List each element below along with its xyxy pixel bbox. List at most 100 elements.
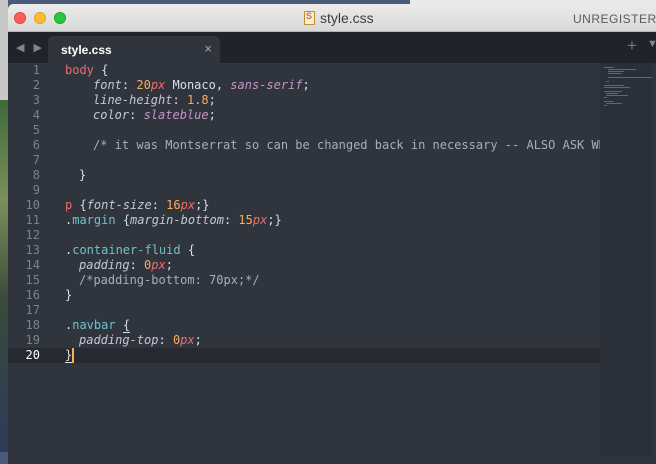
code-line-4[interactable]: 4 color: slateblue; (8, 108, 600, 123)
colon: : (172, 93, 187, 107)
number: 16 (166, 198, 181, 212)
line-number: 9 (32, 183, 40, 197)
code-line-19[interactable]: 19 padding-top: 0px; (8, 333, 600, 348)
unit: px (151, 258, 166, 272)
colon: : (223, 213, 239, 227)
unit: px (150, 78, 166, 92)
code-line-7[interactable]: 7 (8, 153, 600, 168)
number: 15 (238, 213, 253, 227)
code-lines: 1 body { 2 font: 20px Monaco, sans-serif; … (8, 63, 613, 363)
semicolon: ; (208, 108, 216, 122)
text-caret (72, 348, 75, 363)
window-title-text: style.css (320, 10, 374, 26)
colon: : (151, 198, 167, 212)
line-number: 16 (25, 288, 40, 302)
number: 20 (136, 78, 151, 92)
colon: : (129, 108, 144, 122)
code-editor[interactable]: 1 body { 2 font: 20px Monaco, sans-serif; … (8, 63, 656, 464)
close-window-button[interactable] (14, 12, 26, 24)
line-number: 14 (25, 258, 40, 272)
semicolon: ; (165, 258, 173, 272)
matching-brace: { (122, 318, 131, 333)
class-name: margin (72, 213, 116, 227)
unit: px (180, 198, 196, 212)
css-file-icon (304, 11, 315, 25)
editor-window: style.css UNREGISTERED ◀ ▶ style.css × +… (8, 4, 656, 464)
code-line-6[interactable]: 6 /* it was Montserrat so can be changed … (8, 138, 613, 153)
code-line-18[interactable]: 18 .navbar { (8, 318, 600, 333)
end: ;} (195, 198, 210, 212)
semicolon: ; (208, 93, 216, 107)
code-line-8[interactable]: 8} (8, 168, 600, 183)
window-title: style.css (304, 10, 374, 26)
brace: { (180, 243, 196, 257)
code-line-15[interactable]: 15 /*padding-bottom: 70px;*/ (8, 273, 600, 288)
maximize-window-button[interactable] (54, 12, 66, 24)
code-line-1[interactable]: 1 body { (8, 63, 600, 78)
line-number: 8 (32, 168, 40, 182)
brace: { (115, 213, 131, 227)
class-name: navbar (72, 318, 116, 332)
line-number: 5 (32, 123, 40, 137)
line-number: 3 (32, 93, 40, 107)
unit: px (252, 213, 268, 227)
code-line-5[interactable]: 5 (8, 123, 600, 138)
brace: } (79, 168, 87, 182)
colon: : (129, 258, 145, 272)
number: 1.8 (186, 93, 209, 107)
code-line-3[interactable]: 3 line-height: 1.8; (8, 93, 600, 108)
line-number: 7 (32, 153, 40, 167)
line-number: 18 (25, 318, 40, 332)
code-line-20[interactable]: 20} (8, 348, 600, 363)
property: margin-bottom (130, 213, 224, 227)
line-number: 12 (25, 228, 40, 242)
colon: : (121, 78, 137, 92)
property: color (93, 108, 130, 122)
brace: } (65, 288, 73, 302)
new-tab-icon[interactable]: + (627, 36, 637, 56)
code-line-11[interactable]: 11 .margin {margin-bottom: 15px;} (8, 213, 600, 228)
semicolon: ; (194, 333, 202, 347)
code-line-13[interactable]: 13 .container-fluid { (8, 243, 600, 258)
minimize-window-button[interactable] (34, 12, 46, 24)
matching-brace: } (65, 348, 73, 363)
line-number: 20 (25, 348, 40, 362)
tab-style-css[interactable]: style.css × (48, 36, 220, 63)
font-value: Monaco, (165, 78, 231, 92)
line-number: 10 (25, 198, 40, 212)
code-line-17[interactable]: 17 (8, 303, 600, 318)
title-bar: style.css UNREGISTERED (8, 4, 656, 32)
line-number: 19 (25, 333, 40, 347)
line-number: 17 (25, 303, 40, 317)
close-tab-icon[interactable]: × (204, 41, 212, 56)
brace: { (93, 63, 109, 77)
tab-list-icon[interactable]: ▼ (647, 38, 656, 50)
line-number: 11 (25, 213, 40, 227)
colon: : (158, 333, 173, 347)
tab-navigation-arrows-icon[interactable]: ◀ ▶ (16, 41, 45, 54)
brace: { (72, 198, 87, 212)
code-line-16[interactable]: 16} (8, 288, 600, 303)
line-number: 1 (32, 63, 40, 77)
end: ;} (267, 213, 282, 227)
keyword: slateblue (143, 108, 209, 122)
tab-bar: ◀ ▶ style.css × + ▼ (8, 32, 656, 63)
property: line-height (93, 93, 173, 107)
property: padding (79, 258, 130, 272)
code-line-12[interactable]: 12 (8, 228, 600, 243)
tab-label: style.css (61, 43, 112, 57)
line-number: 4 (32, 108, 40, 122)
comment: /*padding-bottom: 70px;*/ (79, 273, 260, 287)
unregistered-label: UNREGISTERED (573, 12, 656, 26)
code-line-14[interactable]: 14 padding: 0px; (8, 258, 600, 273)
code-line-2[interactable]: 2 font: 20px Monaco, sans-serif; (8, 78, 600, 93)
line-number: 15 (25, 273, 40, 287)
unit: px (180, 333, 195, 347)
code-line-10[interactable]: 10 p {font-size: 16px;} (8, 198, 600, 213)
code-line-9[interactable]: 9 (8, 183, 600, 198)
minimap[interactable] (600, 63, 652, 456)
line-number: 6 (32, 138, 40, 152)
property: font-size (86, 198, 152, 212)
line-number: 2 (32, 78, 40, 92)
